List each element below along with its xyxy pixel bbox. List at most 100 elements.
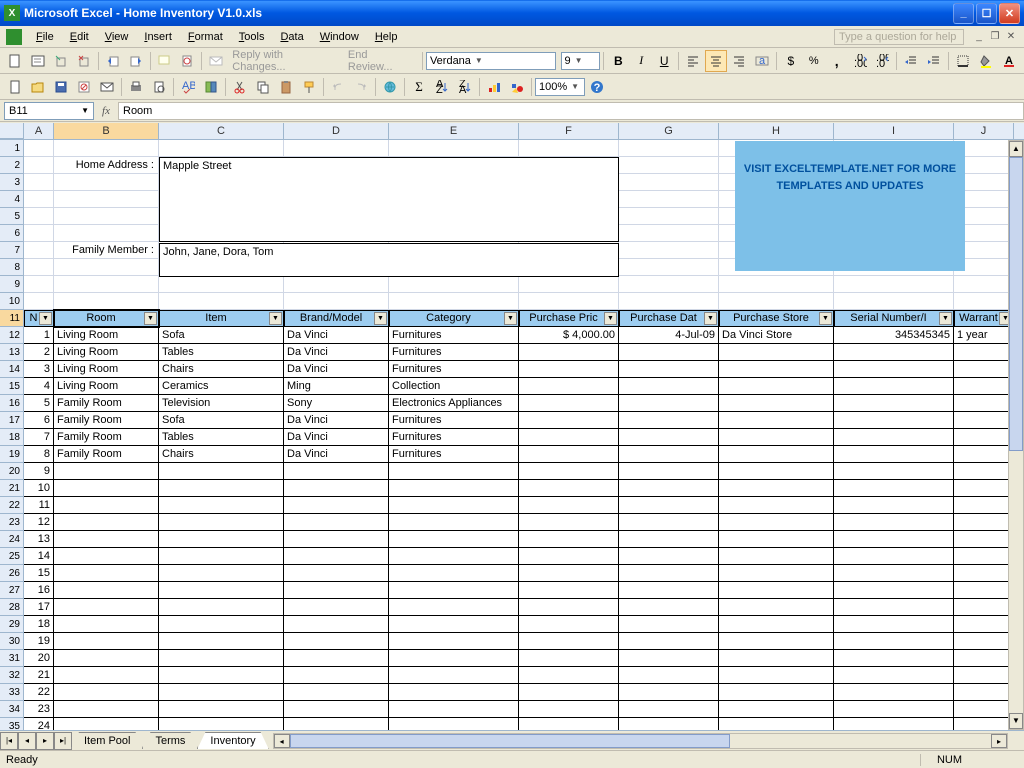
table-header-warranty[interactable]: Warrant▼ [954, 310, 1014, 327]
cell-price[interactable] [519, 378, 619, 395]
cell[interactable] [619, 497, 719, 514]
filter-icon[interactable]: ▼ [939, 312, 952, 325]
update-file-icon[interactable] [176, 50, 198, 72]
cell[interactable] [54, 208, 159, 225]
cell[interactable] [159, 497, 284, 514]
cell[interactable] [284, 582, 389, 599]
cell[interactable] [24, 157, 54, 174]
increase-decimal-button[interactable]: .0.00 [849, 50, 871, 72]
cell-no[interactable]: 12 [24, 514, 54, 531]
cell[interactable] [619, 616, 719, 633]
fill-color-button[interactable] [975, 50, 997, 72]
row-header-25[interactable]: 25 [0, 548, 24, 565]
menu-view[interactable]: View [97, 29, 137, 45]
filter-icon[interactable]: ▼ [504, 312, 517, 325]
menu-edit[interactable]: Edit [62, 29, 97, 45]
font-name-combo[interactable]: Verdana▼ [426, 52, 556, 70]
cell[interactable] [389, 514, 519, 531]
cell[interactable] [24, 242, 54, 259]
hyperlink-button[interactable] [379, 76, 401, 98]
scroll-down-icon[interactable]: ▼ [1009, 713, 1023, 729]
close-button[interactable]: ✕ [999, 3, 1020, 24]
cell[interactable] [834, 718, 954, 730]
cell-category[interactable]: Furnitures [389, 361, 519, 378]
row-header-3[interactable]: 3 [0, 174, 24, 191]
cell[interactable] [519, 548, 619, 565]
row-header-10[interactable]: 10 [0, 293, 24, 310]
cell[interactable] [719, 667, 834, 684]
cell-no[interactable]: 13 [24, 531, 54, 548]
cell[interactable] [159, 480, 284, 497]
paste-button[interactable] [275, 76, 297, 98]
cell-item[interactable]: Sofa [159, 327, 284, 344]
cell-item[interactable]: Sofa [159, 412, 284, 429]
row-header-27[interactable]: 27 [0, 582, 24, 599]
scroll-left-icon[interactable]: ◂ [274, 734, 290, 748]
cell[interactable] [159, 276, 284, 293]
cell[interactable] [389, 293, 519, 310]
cell[interactable] [54, 582, 159, 599]
cell-no[interactable]: 15 [24, 565, 54, 582]
cell[interactable] [519, 140, 619, 157]
cell-brand[interactable]: Da Vinci [284, 446, 389, 463]
cell-no[interactable]: 23 [24, 701, 54, 718]
cell[interactable] [719, 463, 834, 480]
font-size-combo[interactable]: 9▼ [561, 52, 601, 70]
prev-sheet-button[interactable]: ◂ [18, 732, 36, 750]
end-review-button[interactable]: End Review... [344, 49, 419, 73]
cell[interactable] [389, 531, 519, 548]
cell[interactable] [54, 701, 159, 718]
cell-date[interactable] [619, 344, 719, 361]
cell[interactable] [159, 548, 284, 565]
label-home-address[interactable]: Home Address : [54, 157, 159, 174]
cell[interactable] [719, 565, 834, 582]
cell[interactable] [54, 531, 159, 548]
reply-changes-button[interactable]: Reply with Changes... [228, 49, 343, 73]
row-header-11[interactable]: 11 [0, 310, 24, 327]
table-header-date[interactable]: Purchase Dat▼ [619, 310, 719, 327]
cell[interactable] [619, 293, 719, 310]
cell[interactable] [54, 225, 159, 242]
cell[interactable] [834, 650, 954, 667]
row-header-20[interactable]: 20 [0, 463, 24, 480]
table-header-brand[interactable]: Brand/Model▼ [284, 310, 389, 327]
cell-category[interactable]: Furnitures [389, 446, 519, 463]
cell[interactable] [54, 667, 159, 684]
row-header-34[interactable]: 34 [0, 701, 24, 718]
cell[interactable] [389, 463, 519, 480]
cell-date[interactable]: 4-Jul-09 [619, 327, 719, 344]
row-header-12[interactable]: 12 [0, 327, 24, 344]
cell[interactable] [834, 514, 954, 531]
cell-no[interactable]: 2 [24, 344, 54, 361]
row-header-2[interactable]: 2 [0, 157, 24, 174]
cell-no[interactable]: 19 [24, 633, 54, 650]
cell-price[interactable] [519, 429, 619, 446]
cell-warranty[interactable] [954, 446, 1014, 463]
cell-price[interactable] [519, 344, 619, 361]
cell-category[interactable]: Furnitures [389, 327, 519, 344]
cell[interactable] [834, 463, 954, 480]
underline-button[interactable]: U [653, 50, 675, 72]
cell-date[interactable] [619, 378, 719, 395]
cell[interactable] [954, 701, 1014, 718]
cell[interactable] [159, 633, 284, 650]
new-button[interactable] [4, 76, 26, 98]
cell-date[interactable] [619, 429, 719, 446]
cell[interactable] [619, 701, 719, 718]
cell[interactable] [54, 497, 159, 514]
filter-icon[interactable]: ▼ [39, 312, 52, 325]
currency-button[interactable]: $ [780, 50, 802, 72]
cell[interactable] [54, 548, 159, 565]
cell[interactable] [54, 480, 159, 497]
cell[interactable] [619, 463, 719, 480]
zoom-combo[interactable]: 100%▼ [535, 78, 585, 96]
cell[interactable] [519, 633, 619, 650]
cell-brand[interactable]: Da Vinci [284, 344, 389, 361]
cell-serial[interactable] [834, 361, 954, 378]
cell[interactable] [619, 582, 719, 599]
cell[interactable] [519, 616, 619, 633]
cell-warranty[interactable] [954, 344, 1014, 361]
sort-asc-button[interactable]: AZ [431, 76, 453, 98]
cell[interactable] [619, 548, 719, 565]
cell-room[interactable]: Family Room [54, 429, 159, 446]
